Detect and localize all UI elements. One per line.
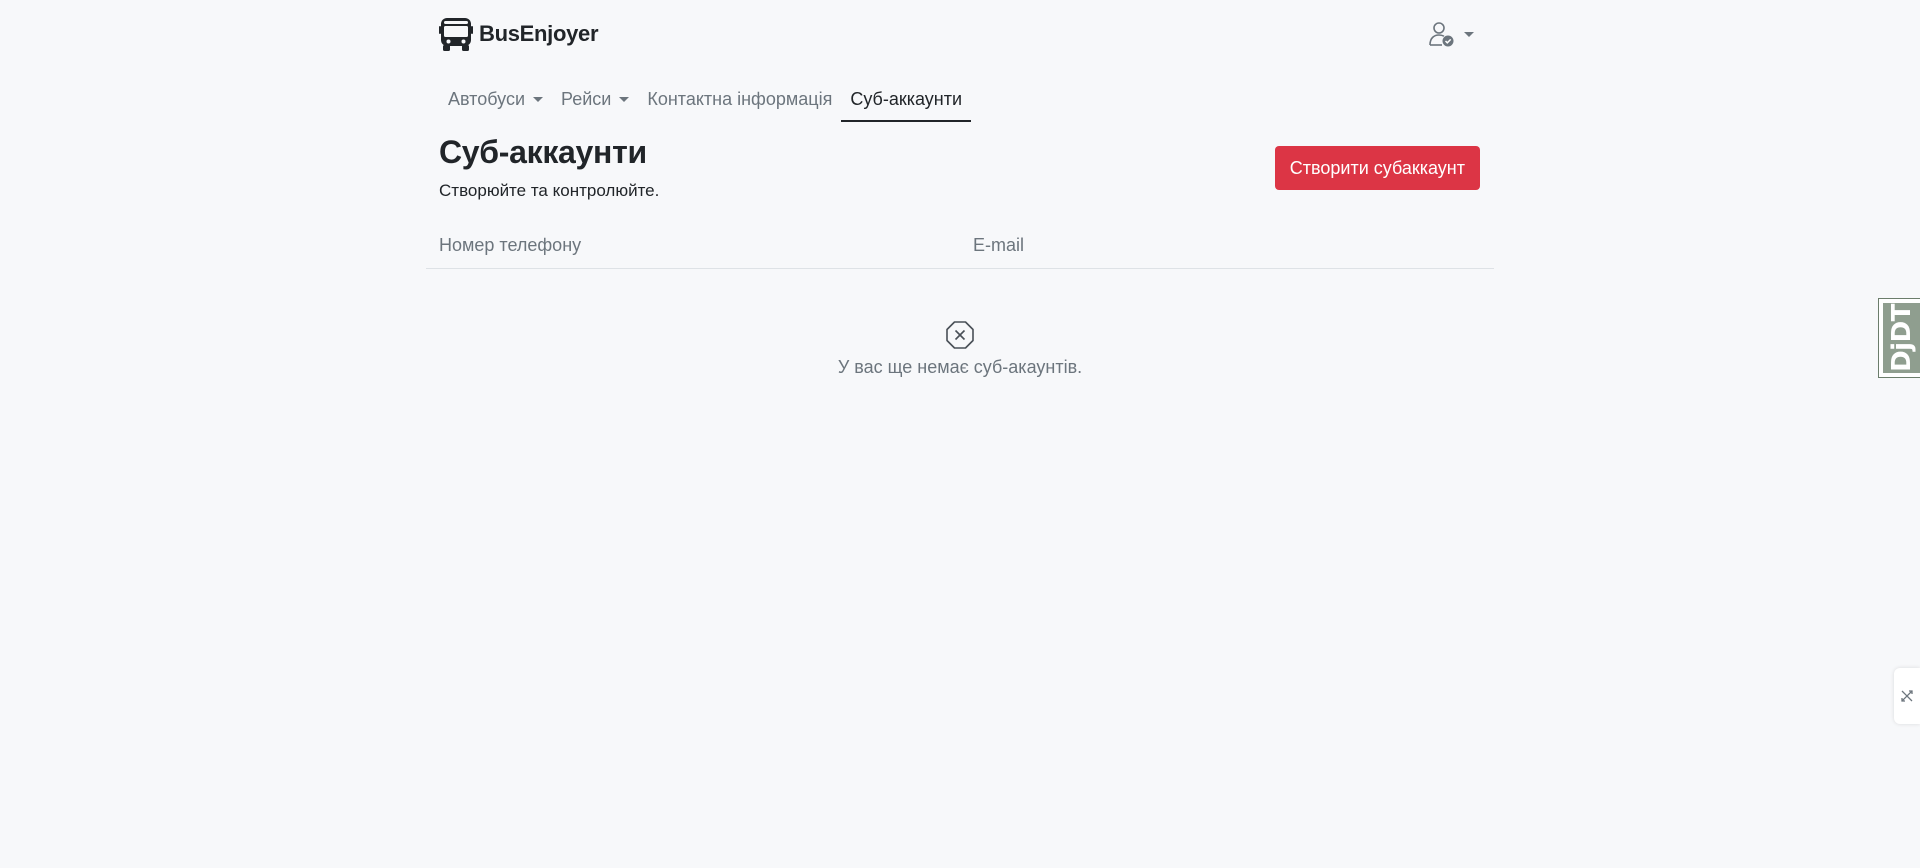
brand-name: BusEnjoyer [479,21,599,46]
chevron-down-icon [619,96,630,102]
nav-item-label: Автобуси [448,88,525,109]
nav-item-trips[interactable]: Рейси [552,78,638,122]
nav-item-buses[interactable]: Автобуси [439,78,552,122]
nav-item-sub-accounts[interactable]: Суб-аккаунти [841,78,972,122]
nav-item-label: Рейси [561,88,612,109]
nav-item-contact-info[interactable]: Контактна інформація [638,78,841,122]
nav-item-label: Контактна інформація [647,88,833,109]
table-header: Номер телефону E-mail [426,228,1494,269]
create-subaccount-button[interactable]: Створити субаккаунт [1274,146,1480,190]
debug-toolbar-label: DjDT [1887,304,1917,372]
empty-message: У вас ще немає суб-акаунтів. [837,357,1083,377]
brand-link[interactable]: BusEnjoyer [439,16,599,52]
main-nav: Автобуси Рейси Контактна інформація Суб-… [439,78,972,122]
x-octagon-icon [946,321,974,349]
page-title: Суб-аккаунти [439,134,647,170]
side-widget-button[interactable] [1894,668,1920,724]
user-check-icon [1429,22,1454,47]
column-header-phone: Номер телефону [439,235,582,255]
bus-icon [439,18,473,51]
page-subtitle: Створюйте та контролюйте. [439,181,660,200]
chevron-down-icon [533,96,543,102]
chevron-down-icon [1464,31,1474,37]
cross-arrows-icon [1901,690,1913,702]
empty-state: У вас ще немає суб-акаунтів. [426,320,1494,378]
debug-toolbar-handle[interactable]: DjDT [1878,298,1920,378]
header: BusEnjoyer [426,14,1494,54]
user-menu-toggle[interactable] [1428,20,1474,48]
nav-item-label: Суб-аккаунти [850,88,963,109]
column-header-email: E-mail [973,235,1025,255]
debug-toolbar-badge: DjDT [1883,303,1920,373]
